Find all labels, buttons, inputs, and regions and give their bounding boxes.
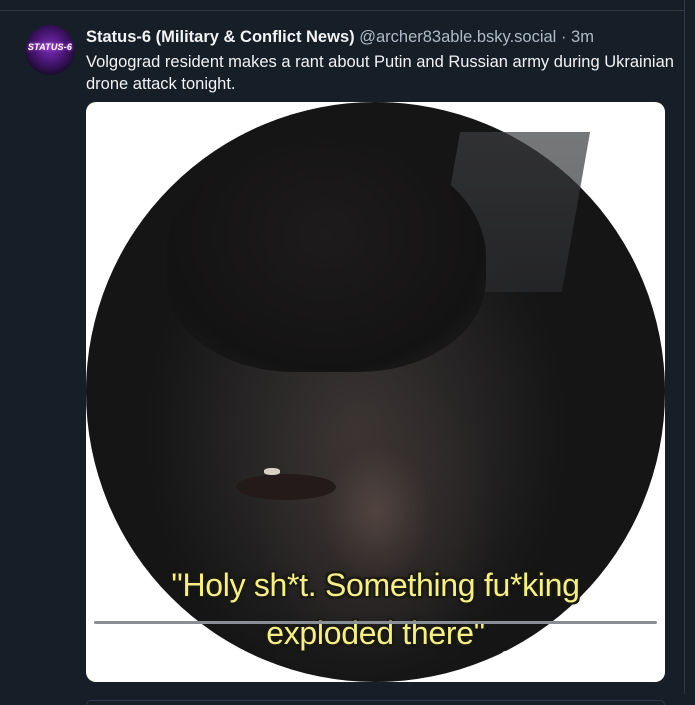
fullscreen-icon	[631, 647, 651, 667]
avatar[interactable]: STATUS-6	[25, 25, 75, 75]
post-timestamp[interactable]: 3m	[571, 28, 594, 46]
video-caption-line-1: "Holy sh*t. Something fu*king	[171, 567, 580, 603]
video-caption-line-2: exploded there"	[266, 615, 485, 651]
author-display-name[interactable]: Status-6 (Military & Conflict News)	[86, 28, 355, 46]
video-caption: "Holy sh*t. Something fu*king exploded t…	[86, 561, 665, 657]
video-subject-teeth	[264, 468, 280, 475]
video-progress-bar[interactable]	[94, 621, 657, 624]
fullscreen-button[interactable]	[628, 644, 654, 670]
next-embed-edge	[86, 700, 665, 705]
video-time: 0:00 / 0:24	[501, 648, 572, 665]
video-subject-mouth	[236, 474, 336, 500]
avatar-logo-text: STATUS-6	[27, 42, 73, 52]
play-button[interactable]	[100, 646, 124, 670]
post-header: Status-6 (Military & Conflict News) @arc…	[86, 26, 594, 48]
feed-column: STATUS-6 Status-6 (Military & Conflict N…	[0, 0, 685, 705]
author-handle[interactable]: @archer83able.bsky.social	[359, 28, 556, 46]
header-separator: ·	[560, 28, 567, 46]
post[interactable]: STATUS-6 Status-6 (Military & Conflict N…	[0, 11, 685, 705]
post-text: Volgograd resident makes a rant about Pu…	[86, 53, 674, 93]
volume-icon	[589, 647, 611, 667]
video-subject-hair	[166, 142, 486, 372]
video-player[interactable]: "Holy sh*t. Something fu*king exploded t…	[86, 102, 665, 682]
mute-button[interactable]	[587, 644, 613, 670]
play-icon	[105, 649, 120, 667]
